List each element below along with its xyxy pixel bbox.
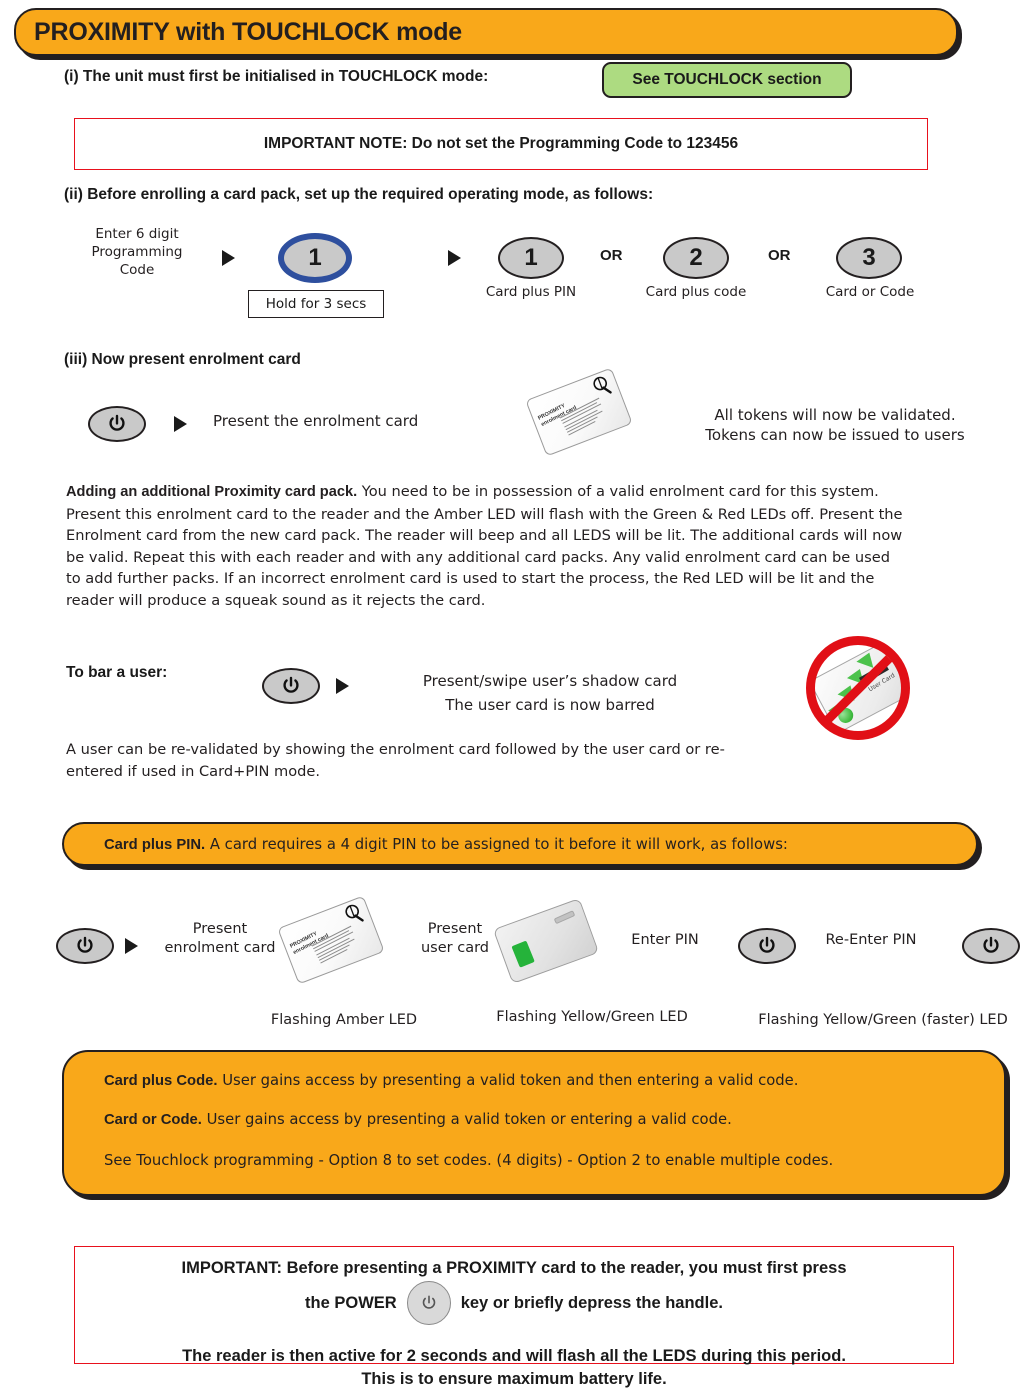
see-touchlock-section-badge[interactable]: See TOUCHLOCK section (602, 62, 852, 98)
or-label-1: OR (600, 247, 623, 264)
adding-card-pack-heading: Adding an additional Proximity card pack… (66, 484, 358, 500)
important-note-box: IMPORTANT NOTE: Do not set the Programmi… (74, 118, 928, 170)
enrolment-card-graphic: PROXIMITY enrolment card (525, 367, 633, 457)
led-yellow-green-faster-caption: Flashing Yellow/Green (faster) LED (758, 1012, 1008, 1028)
power-button-pin-step1[interactable] (56, 928, 114, 964)
final-note-line2: the POWER key or briefly depress the han… (75, 1281, 953, 1326)
option-1-label: Card plus PIN (485, 284, 577, 300)
option-3-number: 3 (862, 244, 876, 271)
card-plus-code-rest: User gains access by presenting a valid … (222, 1072, 799, 1089)
step-iii-heading: (iii) Now present enrolment card (64, 351, 301, 368)
touchlock-badge-label: See TOUCHLOCK section (632, 71, 822, 88)
present-enrolment-card-label: Present the enrolment card (213, 412, 419, 430)
user-card-body (492, 898, 600, 984)
pin-step3-label: Enter PIN (631, 932, 699, 948)
bar-user-heading: To bar a user: (66, 664, 168, 681)
option-1-card-plus-pin[interactable]: 1 (498, 237, 564, 279)
revalidate-paragraph: A user can be re-validated by showing th… (66, 741, 725, 780)
power-button-bar-user[interactable] (262, 668, 320, 704)
enter-programming-code-label: Enter 6 digit Programming Code (62, 226, 212, 279)
card-plus-pin-banner-rest: A card requires a 4 digit PIN to be assi… (209, 835, 788, 853)
enter-code-line1: Enter 6 digit (95, 226, 179, 242)
enter-code-line3: Code (119, 261, 155, 278)
card-plus-pin-banner-bold: Card plus PIN. (104, 836, 206, 853)
pin-step1-line2: enrolment card (164, 940, 276, 957)
enrolment-card-graphic-pin: PROXIMITY enrolment card (277, 895, 385, 985)
power-icon (759, 936, 775, 953)
step-ii-label: (ii) Before enrolling a card pack, set u… (64, 186, 654, 203)
user-card-graphic (492, 898, 600, 984)
final-note-line2b: key or briefly depress the handle. (460, 1294, 723, 1313)
pin-step1-label: Present enrolment card (150, 920, 290, 958)
arrow-icon-step3 (174, 416, 187, 432)
option-2-number: 2 (689, 244, 703, 271)
enrolment-card-body: PROXIMITY enrolment card (525, 367, 633, 457)
bar-user-action-text: Present/swipe user’s shadow card The use… (380, 669, 720, 717)
important-note-text: IMPORTANT NOTE: Do not set the Programmi… (263, 135, 739, 152)
card-plus-pin-banner: Card plus PIN. A card requires a 4 digit… (62, 822, 978, 866)
card-or-code-line: Card or Code. User gains access by prese… (104, 1111, 732, 1128)
arrow-icon-pin-step1 (125, 938, 138, 954)
green-chip (511, 940, 535, 968)
mode-button-1-label: 1 (308, 244, 322, 271)
hold-for-3-secs-box: Hold for 3 secs (248, 290, 384, 318)
touchlock-programming-line: See Touchlock programming - Option 8 to … (104, 1152, 834, 1169)
bar-user-action-line2: The user card is now barred (445, 696, 655, 714)
final-important-box: IMPORTANT: Before presenting a PROXIMITY… (74, 1246, 954, 1388)
card-plus-code-bold: Card plus Code. (104, 1073, 218, 1089)
option-3-card-or-code[interactable]: 3 (836, 237, 902, 279)
option-2-card-plus-code[interactable]: 2 (663, 237, 729, 279)
led-yellow-green-caption: Flashing Yellow/Green LED (496, 1009, 688, 1025)
card-or-code-bold: Card or Code. (104, 1112, 202, 1128)
validation-result-line1: All tokens will now be validated. (714, 406, 956, 424)
power-button-inline-icon (406, 1281, 451, 1326)
power-icon (109, 414, 125, 431)
adding-card-pack-body: You need to be in possession of a valid … (66, 483, 903, 609)
mode-button-1-highlighted[interactable]: 1 (278, 233, 352, 283)
final-note-line3: The reader is then active for 2 seconds … (182, 1347, 846, 1366)
enter-code-line2: Programming (91, 243, 183, 260)
option-1-number: 1 (524, 244, 538, 271)
or-label-2: OR (768, 247, 791, 264)
page-header-bar: PROXIMITY with TOUCHLOCK mode (14, 8, 958, 56)
final-note-line1: IMPORTANT: Before presenting a PROXIMITY… (181, 1259, 847, 1277)
step-i-label: (i) The unit must first be initialised i… (64, 68, 489, 85)
pin-step2-line2: user card (420, 940, 489, 957)
barred-user-card-graphic: User Card (806, 636, 914, 744)
card-plus-pin-banner-text: Card plus PIN. A card requires a 4 digit… (64, 836, 788, 853)
power-button-reenter-pin[interactable] (962, 928, 1020, 964)
adding-card-pack-paragraph: Adding an additional Proximity card pack… (66, 481, 906, 612)
power-icon (983, 936, 999, 953)
power-icon (422, 1295, 435, 1309)
final-note-line4: This is to ensure maximum battery life. (361, 1369, 667, 1388)
led-amber-caption: Flashing Amber LED (270, 1012, 418, 1028)
pin-step1-line1: Present (192, 921, 248, 937)
card-slot (553, 910, 576, 924)
option-2-label: Card plus code (645, 284, 747, 300)
validation-result-text: All tokens will now be validated. Tokens… (660, 406, 1010, 446)
validation-result-line2: Tokens can now be issued to users (705, 425, 965, 444)
page-title: PROXIMITY with TOUCHLOCK mode (34, 17, 463, 46)
code-options-panel: Card plus Code. User gains access by pre… (62, 1050, 1006, 1196)
arrow-icon-step1 (222, 250, 235, 266)
pin-step4-label: Re-Enter PIN (825, 932, 917, 948)
arrow-icon-step2 (448, 250, 461, 266)
bar-user-action-line1: Present/swipe user’s shadow card (422, 672, 678, 690)
arrow-icon-bar-user (336, 678, 349, 694)
enrolment-card-body: PROXIMITY enrolment card (277, 895, 385, 985)
final-note-line2a: the POWER (305, 1294, 397, 1313)
power-button-present-enrolment[interactable] (88, 406, 146, 442)
card-plus-code-line: Card plus Code. User gains access by pre… (104, 1072, 799, 1089)
card-or-code-rest: User gains access by presenting a valid … (206, 1111, 732, 1128)
power-icon (283, 676, 299, 693)
hold-for-3-secs-label: Hold for 3 secs (265, 296, 367, 312)
power-icon (77, 936, 93, 953)
option-3-label: Card or Code (825, 284, 915, 300)
power-button-enter-pin[interactable] (738, 928, 796, 964)
